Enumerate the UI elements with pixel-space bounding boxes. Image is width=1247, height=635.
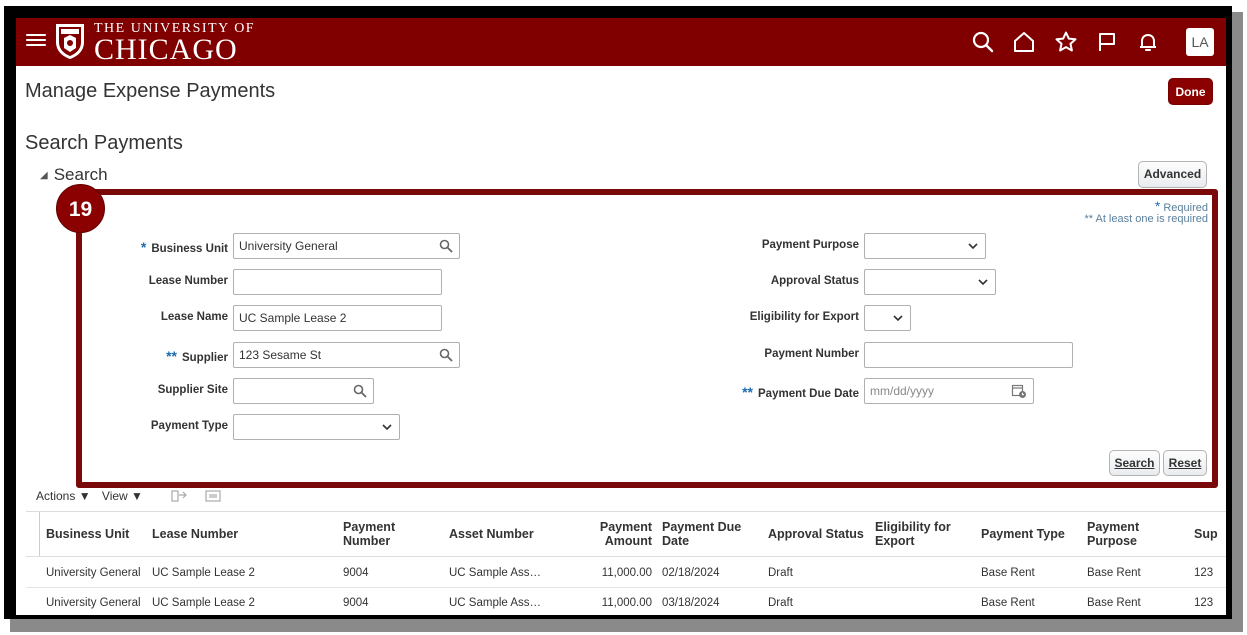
search-icon[interactable]	[353, 384, 367, 398]
cell-lease-number: UC Sample Lease 2	[152, 567, 255, 579]
col-supplier[interactable]: Sup	[1194, 527, 1218, 541]
freeze-column-icon[interactable]	[170, 488, 188, 504]
view-menu[interactable]: View ▼	[102, 489, 143, 503]
col-asset-number[interactable]: Asset Number	[449, 527, 534, 541]
chevron-down-icon	[968, 243, 978, 250]
top-bar: THE UNIVERSITY OF CHICAGO LA	[16, 18, 1226, 66]
step-badge: 19	[56, 184, 105, 233]
cell-approval-status: Draft	[768, 597, 793, 609]
cell-payment-amount: 11,000.00	[601, 567, 652, 579]
approval-status-select[interactable]	[864, 269, 996, 295]
reset-button[interactable]: Reset	[1163, 450, 1207, 476]
supplier-label: ** Supplier	[166, 348, 228, 364]
flag-icon[interactable]	[1095, 30, 1119, 54]
payment-due-date-input[interactable]: mm/dd/yyyy	[864, 378, 1034, 404]
done-button[interactable]: Done	[1168, 78, 1213, 105]
business-unit-input[interactable]: University General	[233, 233, 460, 259]
col-payment-amount[interactable]: Payment Amount	[586, 520, 652, 548]
university-crest-icon	[56, 24, 84, 59]
screenshot-frame: THE UNIVERSITY OF CHICAGO LA Manage Expe…	[0, 0, 1247, 635]
eligibility-for-export-select[interactable]	[864, 305, 911, 331]
cell-supplier: 123	[1194, 597, 1214, 609]
payment-number-label: Payment Number	[764, 348, 859, 360]
table-row[interactable]: University General UC Sample Lease 2 900…	[26, 588, 1226, 615]
advanced-button[interactable]: Advanced	[1138, 161, 1207, 188]
at-least-one-note: ** At least one is required	[1084, 213, 1208, 225]
payment-type-select[interactable]	[233, 414, 400, 440]
col-payment-purpose[interactable]: Payment Purpose	[1087, 520, 1139, 548]
cell-business-unit: University General	[46, 597, 141, 609]
lease-name-input[interactable]: UC Sample Lease 2	[233, 305, 442, 331]
supplier-site-label: Supplier Site	[157, 384, 228, 396]
chevron-down-icon	[978, 279, 988, 286]
payment-number-input[interactable]	[864, 342, 1073, 368]
cell-asset-number: UC Sample Ass…	[449, 597, 542, 609]
search-icon[interactable]	[439, 348, 453, 362]
user-avatar[interactable]: LA	[1186, 28, 1214, 56]
actions-menu[interactable]: Actions ▼	[36, 489, 91, 503]
cell-payment-amount: 11,000.00	[601, 597, 652, 609]
cell-payment-type: Base Rent	[981, 597, 1035, 609]
calendar-icon[interactable]	[1011, 383, 1027, 399]
search-button[interactable]: Search	[1109, 450, 1160, 476]
cell-payment-number: 9004	[343, 597, 369, 609]
payment-purpose-label: Payment Purpose	[761, 239, 859, 251]
home-icon[interactable]	[1012, 30, 1036, 54]
col-payment-type[interactable]: Payment Type	[981, 527, 1065, 541]
cell-business-unit: University General	[46, 567, 141, 579]
col-approval-status[interactable]: Approval Status	[768, 527, 864, 541]
required-note: * Required	[1154, 198, 1208, 214]
payment-purpose-select[interactable]	[864, 233, 986, 259]
supplier-input[interactable]: 123 Sesame St	[233, 342, 460, 368]
business-unit-label: * Business Unit	[140, 239, 228, 255]
approval-status-label: Approval Status	[770, 275, 859, 287]
table-toolbar: Actions ▼ View ▼	[36, 488, 222, 504]
table-row[interactable]: University General UC Sample Lease 2 900…	[26, 558, 1226, 588]
cell-payment-purpose: Base Rent	[1087, 597, 1141, 609]
collapse-triangle-icon: ◢	[40, 170, 48, 181]
logo-line-main: CHICAGO	[94, 33, 238, 66]
cell-payment-purpose: Base Rent	[1087, 567, 1141, 579]
results-table-header: Business Unit Lease Number Payment Number…	[26, 511, 1226, 557]
cell-asset-number: UC Sample Ass…	[449, 567, 542, 579]
supplier-site-input[interactable]	[233, 378, 374, 404]
bell-icon[interactable]	[1136, 30, 1160, 54]
search-toggle-label: Search	[53, 165, 108, 184]
screen-border: THE UNIVERSITY OF CHICAGO LA Manage Expe…	[4, 6, 1232, 619]
cell-supplier: 123	[1194, 567, 1214, 579]
col-eligibility-for-export[interactable]: Eligibility for Export	[875, 520, 951, 548]
search-icon[interactable]	[971, 30, 995, 54]
detach-table-icon[interactable]	[204, 488, 222, 504]
section-title: Search Payments	[25, 132, 183, 154]
col-payment-due-date[interactable]: Payment Due Date	[662, 520, 741, 548]
lease-number-label: Lease Number	[148, 275, 228, 287]
col-payment-number[interactable]: Payment Number	[343, 520, 395, 548]
col-lease-number[interactable]: Lease Number	[152, 527, 238, 541]
cell-payment-due-date: 02/18/2024	[662, 567, 720, 579]
payment-type-label: Payment Type	[150, 420, 228, 432]
lease-number-input[interactable]	[233, 269, 442, 295]
row-selector-column	[26, 512, 40, 556]
search-section-toggle[interactable]: ◢ Search	[40, 165, 108, 185]
cell-payment-due-date: 03/18/2024	[662, 597, 720, 609]
page-title: Manage Expense Payments	[25, 80, 276, 102]
payment-due-date-label: ** Payment Due Date	[742, 384, 859, 400]
search-icon[interactable]	[439, 239, 453, 253]
col-business-unit[interactable]: Business Unit	[46, 527, 129, 541]
cell-lease-number: UC Sample Lease 2	[152, 597, 255, 609]
star-icon[interactable]	[1054, 30, 1078, 54]
chevron-down-icon	[893, 315, 903, 322]
chevron-down-icon	[382, 424, 392, 431]
app-window: THE UNIVERSITY OF CHICAGO LA Manage Expe…	[16, 18, 1226, 615]
cell-payment-number: 9004	[343, 567, 369, 579]
lease-name-label: Lease Name	[160, 311, 228, 323]
hamburger-icon[interactable]	[26, 31, 46, 51]
cell-approval-status: Draft	[768, 567, 793, 579]
cell-payment-type: Base Rent	[981, 567, 1035, 579]
eligibility-for-export-label: Eligibility for Export	[749, 311, 859, 323]
